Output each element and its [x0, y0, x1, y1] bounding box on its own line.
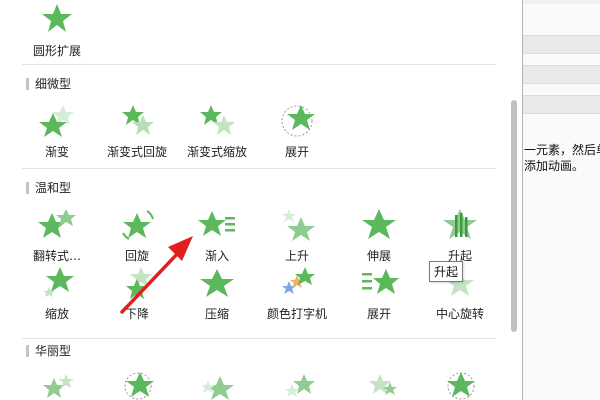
- star-rise-up-icon: [443, 209, 477, 239]
- star-flip-icon: [38, 209, 76, 238]
- star-icon[interactable]: [441, 368, 481, 400]
- star-descend-icon: [126, 267, 152, 299]
- effect-label: 伸展: [366, 249, 391, 263]
- star-icon: [42, 4, 72, 32]
- star-expand-icon: [281, 105, 315, 137]
- star-fade-icon: [39, 105, 74, 137]
- effect-item-fade-zoom[interactable]: 渐变式缩放: [176, 103, 258, 163]
- star-zoom-icon: [43, 267, 74, 297]
- effect-label: 压缩: [204, 307, 229, 321]
- star-compress-icon: [200, 269, 234, 297]
- star-ease-in-icon: [198, 211, 235, 236]
- effect-item-stretch[interactable]: 伸展: [338, 207, 420, 267]
- star-spin-fade-icon: [122, 105, 154, 135]
- star-icon[interactable]: [360, 370, 400, 400]
- background-hint-line: 一元素，然后单击: [524, 143, 600, 157]
- background-window-top-edge: [522, 0, 600, 4]
- section-header-moderate: 温和型: [26, 179, 71, 196]
- background-toolbar-row: [522, 65, 600, 84]
- tooltip-rise-up: 升起: [429, 261, 464, 282]
- scrollbar-thumb[interactable]: [511, 100, 517, 332]
- star-icon[interactable]: [198, 370, 238, 400]
- animation-effect-gallery: 圆形扩展 细微型 渐变 渐变式回旋 渐变式缩放 展开 温和型 翻转式… 回旋 渐…: [0, 0, 523, 400]
- effect-label: 渐变: [44, 145, 69, 159]
- background-toolbar-row: [522, 35, 600, 54]
- effect-item-rise-up[interactable]: 升起: [419, 207, 501, 267]
- effect-item-descend[interactable]: 下降: [96, 265, 178, 325]
- background-hint-line: 添加动画。: [524, 159, 585, 173]
- effect-item-fade[interactable]: 渐变: [16, 103, 98, 163]
- effect-label: 回旋: [124, 249, 149, 263]
- background-window-panel: [522, 0, 600, 400]
- effect-item-compress[interactable]: 压缩: [176, 265, 258, 325]
- effect-item-unfold[interactable]: 展开: [338, 265, 420, 325]
- effect-item-fade-spin[interactable]: 渐变式回旋: [96, 103, 178, 163]
- effect-item-spin[interactable]: 回旋: [96, 207, 178, 267]
- effect-item-flip[interactable]: 翻转式…: [16, 207, 98, 267]
- section-divider: [22, 64, 496, 65]
- section-divider: [22, 338, 496, 339]
- effect-item-rise[interactable]: 上升: [256, 207, 338, 267]
- effect-item-zoom[interactable]: 缩放: [16, 265, 98, 325]
- effect-label: 翻转式…: [32, 249, 81, 263]
- star-unfold-icon: [362, 269, 399, 294]
- effect-label: 上升: [284, 249, 309, 263]
- star-color-type-icon: [282, 267, 315, 294]
- star-rise-icon: [282, 209, 315, 241]
- effect-label: 缩放: [44, 307, 69, 321]
- star-icon[interactable]: [280, 370, 320, 400]
- effect-label: 渐变式缩放: [186, 145, 247, 159]
- effect-label: 展开: [284, 145, 309, 159]
- star-zoom-fade-icon: [200, 105, 235, 135]
- effect-label: 展开: [366, 307, 391, 321]
- effect-item-expand[interactable]: 展开: [256, 103, 338, 163]
- effect-item-color-typewriter[interactable]: 颜色打字机: [256, 265, 338, 325]
- background-toolbar-row: [522, 95, 600, 114]
- effect-label: 渐入: [204, 249, 229, 263]
- star-stretch-icon: [362, 209, 396, 239]
- star-spin-icon: [122, 210, 154, 240]
- effect-label: 渐变式回旋: [106, 145, 167, 159]
- effect-label: 下降: [124, 307, 149, 321]
- star-icon[interactable]: [118, 368, 158, 400]
- section-header-subtle: 细微型: [26, 75, 71, 92]
- effect-label: 中心旋转: [435, 307, 484, 321]
- effect-label: 颜色打字机: [266, 307, 327, 321]
- effect-item-circle-expand[interactable]: 圆形扩展: [16, 2, 98, 62]
- section-divider: [22, 168, 496, 169]
- effect-label: 圆形扩展: [32, 44, 81, 58]
- gallery-scrollbar[interactable]: [506, 0, 520, 400]
- star-icon[interactable]: [38, 370, 78, 400]
- section-header-exciting: 华丽型: [26, 342, 71, 359]
- effect-item-ease-in[interactable]: 渐入: [176, 207, 258, 267]
